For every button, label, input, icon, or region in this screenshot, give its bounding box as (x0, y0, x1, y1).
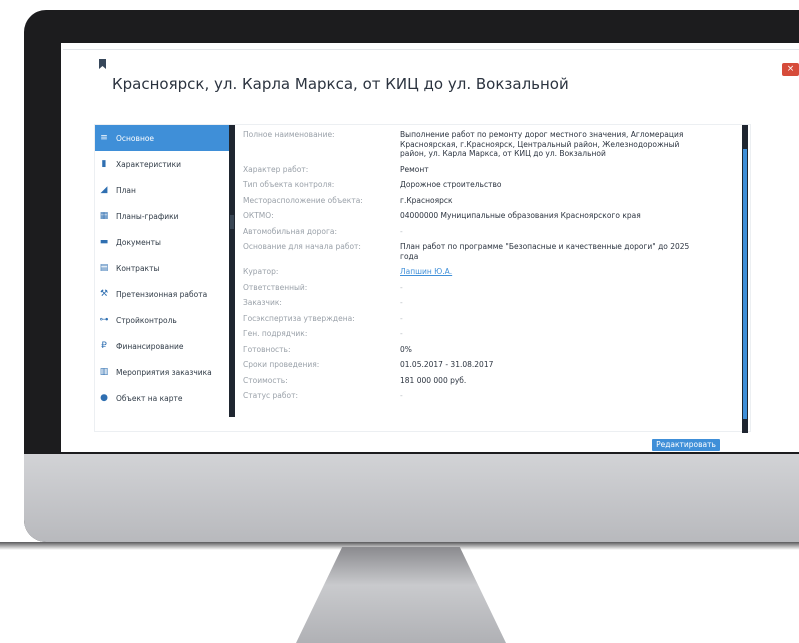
calendar-icon: ▦ (99, 211, 109, 221)
detail-label: Готовность: (243, 344, 291, 354)
monitor-chin (24, 454, 799, 542)
detail-label: Автомобильная дорога: (243, 226, 338, 236)
detail-label: Статус работ: (243, 391, 298, 400)
sidebar: ≡ Основное ▮ Характеристики ◢ План ▦ Пла… (95, 125, 230, 417)
page-title: Красноярск, ул. Карла Маркса, от КИЦ до … (112, 75, 569, 93)
bar-chart-icon: ▮ (101, 159, 107, 169)
detail-value: - (400, 282, 403, 292)
sidebar-item-label: Документы (116, 237, 161, 247)
detail-row-readiness: Готовность: 0% (243, 345, 738, 355)
detail-value: - (400, 313, 403, 323)
detail-label: Сроки проведения: (243, 360, 320, 369)
curator-link[interactable]: Лапшин Ю.А. (400, 267, 700, 277)
object-details: Полное наименование: Выполнение работ по… (243, 130, 738, 430)
detail-value: Дорожное строительство (400, 180, 502, 189)
detail-label: Полное наименование: (243, 130, 335, 139)
detail-row-basis: Основание для начала работ: План работ п… (243, 242, 738, 261)
detail-label: Характер работ: (243, 164, 309, 174)
detail-value: - (400, 329, 403, 338)
detail-value: 0% (400, 344, 412, 354)
map-pin-icon: ● (100, 393, 108, 403)
monitor-stand (296, 547, 506, 643)
detail-row-object-type: Тип объекта контроля: Дорожное строитель… (243, 180, 738, 190)
detail-label: Ген. подрядчик: (243, 329, 308, 338)
detail-row-oktmo: ОКТМО: 04000000 Муниципальные образовани… (243, 211, 738, 221)
sidebar-item-label: План (116, 185, 136, 195)
sidebar-item-label: Объект на карте (116, 393, 183, 403)
sidebar-item-construction-control[interactable]: ⊶ Стройконтроль (95, 307, 229, 333)
sidebar-item-claims[interactable]: ⚒ Претензионная работа (95, 281, 229, 307)
detail-value: 181 000 000 руб. (400, 375, 467, 385)
sidebar-item-main[interactable]: ≡ Основное (95, 125, 229, 151)
bookmark-icon[interactable] (99, 59, 106, 69)
sidebar-item-label: Основное (116, 133, 155, 143)
detail-row-work-type: Характер работ: Ремонт (243, 165, 738, 175)
menu-icon: ≡ (100, 133, 108, 143)
folder-icon: ▬ (99, 237, 109, 247)
detail-row-customer: Заказчик: - (243, 298, 738, 308)
detail-value: - (400, 391, 403, 400)
detail-label: Тип объекта контроля: (243, 180, 335, 189)
detail-row-contractor: Ген. подрядчик: - (243, 329, 738, 339)
screen: × Красноярск, ул. Карла Маркса, от КИЦ д… (61, 43, 799, 452)
detail-label: ОКТМО: (243, 211, 274, 220)
details-scrollbar-thumb[interactable] (743, 149, 747, 419)
ruble-icon: ₽ (101, 341, 107, 351)
sidebar-item-label: Характеристики (116, 159, 182, 169)
detail-value: - (400, 226, 403, 236)
sidebar-item-label: Стройконтроль (116, 315, 177, 325)
sidebar-item-contracts[interactable]: ▤ Контракты (95, 255, 229, 281)
detail-label: Основание для начала работ: (243, 242, 361, 251)
detail-row-location: Месторасположение объекта: г.Красноярск (243, 196, 738, 206)
monitor-frame: × Красноярск, ул. Карла Маркса, от КИЦ д… (24, 10, 799, 542)
detail-row-cost: Стоимость: 181 000 000 руб. (243, 376, 738, 386)
content-panel: ≡ Основное ▮ Характеристики ◢ План ▦ Пла… (94, 124, 751, 433)
detail-row-status: Статус работ: - (243, 391, 738, 401)
detail-value: 04000000 Муниципальные образования Красн… (400, 211, 641, 220)
detail-row-full-name: Полное наименование: Выполнение работ по… (243, 130, 738, 159)
close-button[interactable]: × (782, 63, 799, 76)
detail-label: Ответственный: (243, 282, 308, 292)
contract-icon: ▤ (99, 263, 109, 273)
clipboard-icon: ▥ (99, 367, 109, 377)
gavel-icon: ⚒ (99, 289, 109, 299)
sidebar-scrollbar-thumb[interactable] (230, 215, 234, 229)
sidebar-item-plan[interactable]: ◢ План (95, 177, 229, 203)
detail-row-road: Автомобильная дорога: - (243, 227, 738, 237)
detail-row-responsible: Ответственный: - (243, 283, 738, 293)
sidebar-item-map[interactable]: ● Объект на карте (95, 385, 229, 411)
sidebar-item-characteristics[interactable]: ▮ Характеристики (95, 151, 229, 177)
edit-button[interactable]: Редактировать (652, 439, 720, 451)
detail-row-curator: Куратор: Лапшин Ю.А. (243, 267, 738, 277)
detail-label: Заказчик: (243, 298, 282, 307)
detail-value: Ремонт (400, 164, 429, 174)
sidebar-item-schedules[interactable]: ▦ Планы-графики (95, 203, 229, 229)
detail-label: Стоимость: (243, 375, 288, 385)
area-chart-icon: ◢ (100, 185, 108, 195)
detail-value: Выполнение работ по ремонту дорог местно… (400, 130, 684, 158)
sidebar-item-financing[interactable]: ₽ Финансирование (95, 333, 229, 359)
sidebar-item-label: Контракты (116, 263, 160, 273)
detail-label: Госэкспертиза утверждена: (243, 313, 355, 323)
detail-value: - (400, 298, 403, 307)
detail-value: г.Красноярск (400, 195, 453, 205)
detail-value: 01.05.2017 - 31.08.2017 (400, 360, 494, 369)
detail-row-expertise: Госэкспертиза утверждена: - (243, 314, 738, 324)
details-scrollbar[interactable] (742, 125, 748, 433)
sidebar-item-customer-events[interactable]: ▥ Мероприятия заказчика (95, 359, 229, 385)
sidebar-item-label: Планы-графики (116, 211, 179, 221)
sidebar-item-documents[interactable]: ▬ Документы (95, 229, 229, 255)
sidebar-scrollbar[interactable] (229, 125, 235, 417)
detail-row-dates: Сроки проведения: 01.05.2017 - 31.08.201… (243, 360, 738, 370)
sidebar-item-label: Претензионная работа (116, 289, 208, 299)
road-icon: ⊶ (99, 315, 109, 325)
detail-label: Месторасположение объекта: (243, 195, 363, 205)
sidebar-item-label: Мероприятия заказчика (116, 367, 212, 377)
detail-value: План работ по программе "Безопасные и ка… (400, 242, 690, 261)
detail-label: Куратор: (243, 267, 279, 276)
sidebar-item-label: Финансирование (116, 341, 184, 351)
object-card-window: × Красноярск, ул. Карла Маркса, от КИЦ д… (63, 49, 799, 451)
